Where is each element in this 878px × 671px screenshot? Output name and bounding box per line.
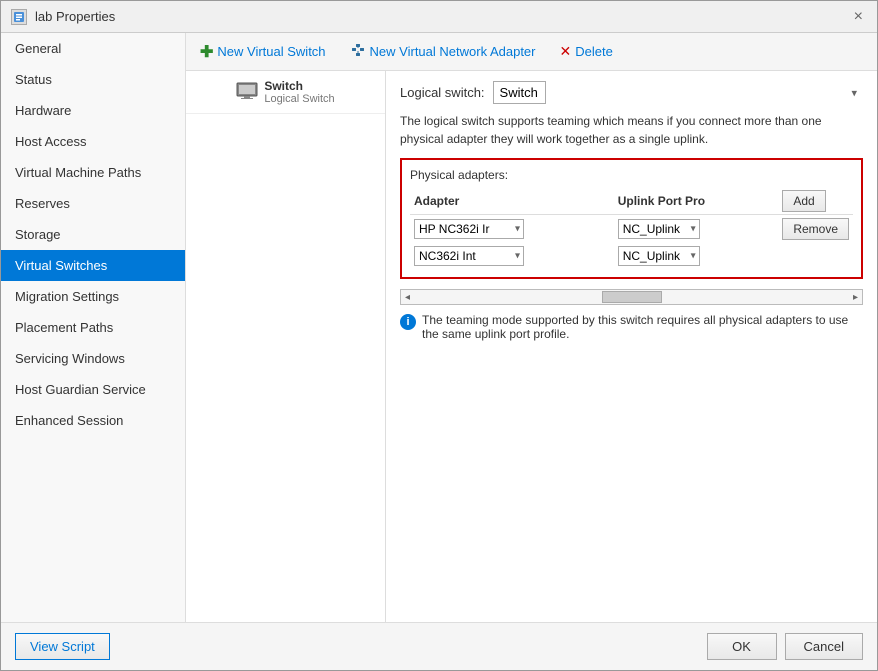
uplink-select-1[interactable]: NC_Uplink xyxy=(618,219,700,239)
main-window: lab Properties × General Status Hardware… xyxy=(0,0,878,671)
sidebar-item-migration-settings[interactable]: Migration Settings xyxy=(1,281,185,312)
col-adapter: Adapter xyxy=(410,188,614,215)
window-body: General Status Hardware Host Access Virt… xyxy=(1,33,877,622)
table-row: NC362i Int NC_Uplink xyxy=(410,243,853,269)
scroll-left-arrow[interactable]: ◂ xyxy=(401,292,414,303)
sidebar-item-host-access[interactable]: Host Access xyxy=(1,126,185,157)
sidebar-item-host-guardian-service[interactable]: Host Guardian Service xyxy=(1,374,185,405)
add-button[interactable]: Add xyxy=(782,190,825,212)
content-area: ✚ New Virtual Switch New Virtual Network… xyxy=(186,33,877,622)
adapter-select-2[interactable]: NC362i Int xyxy=(414,246,524,266)
sidebar-item-placement-paths[interactable]: Placement Paths xyxy=(1,312,185,343)
info-text: The teaming mode supported by this switc… xyxy=(422,313,863,341)
switch-monitor-icon xyxy=(236,82,258,103)
new-virtual-network-adapter-button[interactable]: New Virtual Network Adapter xyxy=(346,40,540,63)
window-title: lab Properties xyxy=(35,9,115,24)
logical-switch-select[interactable]: Switch xyxy=(493,81,546,104)
table-row: HP NC362i Ir NC_Uplink xyxy=(410,215,853,244)
sidebar-item-servicing-windows[interactable]: Servicing Windows xyxy=(1,343,185,374)
title-bar: lab Properties × xyxy=(1,1,877,33)
view-script-button[interactable]: View Script xyxy=(15,633,110,660)
description-text: The logical switch supports teaming whic… xyxy=(400,112,863,148)
delete-label: Delete xyxy=(575,44,613,59)
info-row: i The teaming mode supported by this swi… xyxy=(400,313,863,341)
sidebar-item-virtual-machine-paths[interactable]: Virtual Machine Paths xyxy=(1,157,185,188)
sidebar-item-virtual-switches[interactable]: Virtual Switches xyxy=(1,250,185,281)
uplink-select-wrap-1: NC_Uplink xyxy=(618,219,700,239)
switch-name: Switch xyxy=(264,79,334,93)
new-virtual-network-adapter-label: New Virtual Network Adapter xyxy=(370,44,536,59)
logical-switch-select-wrap: Switch xyxy=(493,81,863,104)
col-uplink: Uplink Port Pro xyxy=(614,188,779,215)
switch-detail: Logical switch: Switch The logical switc… xyxy=(386,71,877,622)
new-virtual-switch-button[interactable]: ✚ New Virtual Switch xyxy=(196,40,330,64)
switch-sub: Logical Switch xyxy=(264,93,334,105)
cancel-button[interactable]: Cancel xyxy=(785,633,863,660)
horizontal-scrollbar[interactable]: ◂ ▸ xyxy=(400,289,863,305)
sidebar-item-general[interactable]: General xyxy=(1,33,185,64)
new-virtual-switch-label: New Virtual Switch xyxy=(217,44,325,59)
scrollbar-thumb[interactable] xyxy=(602,291,662,303)
scroll-right-arrow[interactable]: ▸ xyxy=(849,292,862,303)
sidebar-item-enhanced-session[interactable]: Enhanced Session xyxy=(1,405,185,436)
adapter-select-wrap-2: NC362i Int xyxy=(414,246,524,266)
network-icon xyxy=(350,42,366,61)
physical-adapters-box: Physical adapters: Adapter Uplink Port P… xyxy=(400,158,863,279)
switch-list-item[interactable]: Switch Logical Switch xyxy=(186,71,385,114)
delete-icon: ✕ xyxy=(560,43,572,60)
footer-left: View Script xyxy=(15,633,110,660)
main-content: Switch Logical Switch Logical switch: S xyxy=(186,71,877,622)
info-icon: i xyxy=(400,314,416,330)
sidebar: General Status Hardware Host Access Virt… xyxy=(1,33,186,622)
sidebar-item-reserves[interactable]: Reserves xyxy=(1,188,185,219)
window-icon xyxy=(11,9,27,25)
delete-button[interactable]: ✕ Delete xyxy=(556,41,617,62)
adapter-select-wrap-1: HP NC362i Ir xyxy=(414,219,524,239)
footer-right: OK Cancel xyxy=(707,633,863,660)
uplink-select-2[interactable]: NC_Uplink xyxy=(618,246,700,266)
plus-icon: ✚ xyxy=(200,42,213,62)
sidebar-item-status[interactable]: Status xyxy=(1,64,185,95)
uplink-select-wrap-2: NC_Uplink xyxy=(618,246,700,266)
switch-list: Switch Logical Switch xyxy=(186,71,386,622)
adapter-select-1[interactable]: HP NC362i Ir xyxy=(414,219,524,239)
logical-switch-label: Logical switch: xyxy=(400,85,485,100)
sidebar-item-hardware[interactable]: Hardware xyxy=(1,95,185,126)
ok-button[interactable]: OK xyxy=(707,633,777,660)
toolbar: ✚ New Virtual Switch New Virtual Network… xyxy=(186,33,877,71)
sidebar-item-storage[interactable]: Storage xyxy=(1,219,185,250)
remove-button[interactable]: Remove xyxy=(782,218,849,240)
physical-adapters-title: Physical adapters: xyxy=(410,168,853,182)
footer: View Script OK Cancel xyxy=(1,622,877,670)
logical-switch-row: Logical switch: Switch xyxy=(400,81,863,104)
close-button[interactable]: × xyxy=(850,9,867,25)
physical-adapters-table: Adapter Uplink Port Pro Add xyxy=(410,188,853,269)
